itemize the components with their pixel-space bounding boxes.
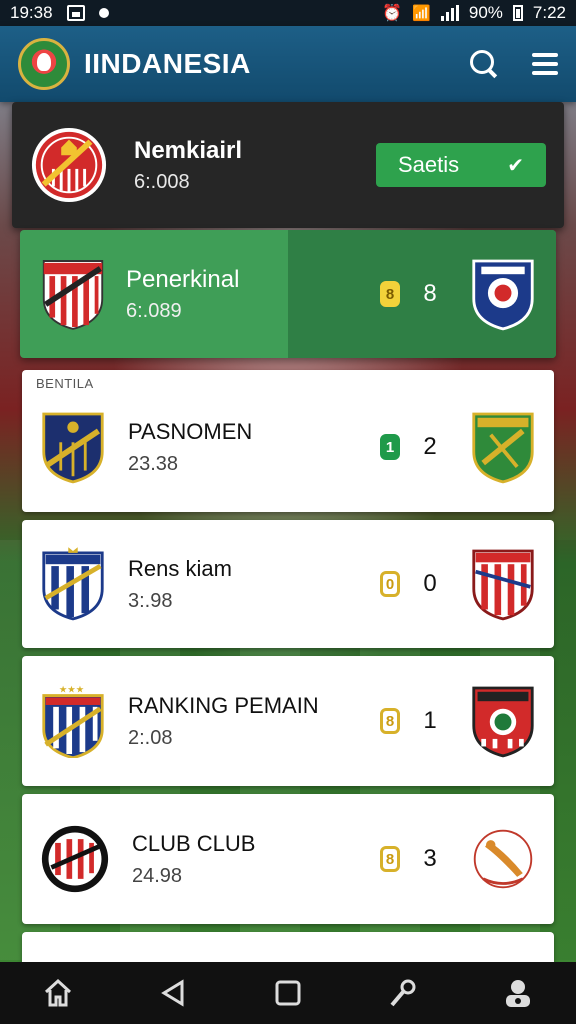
app-title: IINDANESIA <box>84 48 251 79</box>
club-crest-round-icon <box>41 825 109 893</box>
wifi-icon: 📶 <box>412 5 431 22</box>
status-button-label: Saetis <box>398 152 460 177</box>
match-row[interactable]: ★★★ RANKING PEMAIN 2:.08 8 1 <box>22 656 554 786</box>
highlighted-match-card[interactable]: Penerkinal 6:.089 8 8 <box>20 230 556 358</box>
match-row[interactable]: Rens kiam 3:.98 0 0 <box>22 520 554 648</box>
system-nav-bar <box>0 962 576 1024</box>
recents-icon[interactable] <box>271 976 305 1010</box>
menu-icon[interactable] <box>532 53 558 75</box>
app-header: IINDANESIA <box>0 26 576 102</box>
match-time: 24.98 <box>132 864 183 887</box>
club-crest-navy-icon <box>42 412 104 484</box>
highlight-score-pill: 8 <box>380 281 400 307</box>
account-icon[interactable] <box>501 976 535 1010</box>
status-button[interactable]: Saetis ✔ <box>376 143 546 187</box>
battery-level: 90% <box>468 3 503 22</box>
battery-icon <box>512 5 523 21</box>
status-time-left: 19:38 <box>10 3 53 22</box>
photo-notification-icon <box>66 5 85 21</box>
score-pill: 8 <box>380 708 400 734</box>
highlight-score: 8 <box>423 280 437 307</box>
match-time: 2:.08 <box>128 726 173 749</box>
match-list: BENTILA PASNOMEN 23.38 1 2 Rens kiam 3:.… <box>20 370 556 972</box>
back-icon[interactable] <box>156 976 190 1010</box>
match-row[interactable]: CLUB CLUB 24.98 8 3 <box>22 794 554 924</box>
notification-dot-icon <box>98 8 109 18</box>
score-pill: 8 <box>380 846 400 872</box>
svg-text:★★★: ★★★ <box>59 685 84 696</box>
team-name: PASNOMEN <box>128 418 253 444</box>
highlight-team-name: Penerkinal <box>126 265 240 293</box>
away-crest-red-green-icon <box>472 686 534 758</box>
club-crest-stars-icon: ★★★ <box>42 685 104 758</box>
score: 0 <box>423 570 437 597</box>
highlight-match-time: 6:.089 <box>126 299 182 322</box>
score: 3 <box>423 845 437 872</box>
match-time: 23.38 <box>128 452 179 475</box>
club-crest-red-icon <box>31 127 107 203</box>
check-icon: ✔ <box>507 154 524 177</box>
team-name: RANKING PEMAIN <box>128 692 319 718</box>
team-name: Rens kiam <box>128 555 232 581</box>
away-crest-blue-icon <box>472 259 534 331</box>
away-crest-red-stripe-icon <box>472 549 534 621</box>
match-row[interactable]: BENTILA PASNOMEN 23.38 1 2 <box>22 370 554 512</box>
away-crest-orange-icon <box>473 829 533 889</box>
featured-match-card[interactable]: Nemkiairl 6:.008 Saetis ✔ <box>12 102 564 228</box>
status-bar: 19:38 ⏰ 📶 90% 7:22 <box>0 0 576 26</box>
search-nav-icon[interactable] <box>386 976 420 1010</box>
featured-match-time: 6:.008 <box>134 170 190 193</box>
club-crest-striped-icon <box>42 260 104 330</box>
score-pill: 0 <box>380 571 400 597</box>
search-icon[interactable] <box>470 50 498 78</box>
featured-team-name: Nemkiairl <box>134 136 243 164</box>
app-logo[interactable] <box>18 38 70 90</box>
alarm-icon: ⏰ <box>382 5 403 22</box>
signal-icon <box>440 5 459 21</box>
status-time-right: 7:22 <box>532 3 566 22</box>
score: 1 <box>423 707 437 734</box>
match-time: 3:.98 <box>128 589 173 612</box>
team-name: CLUB CLUB <box>132 830 256 856</box>
home-icon[interactable] <box>41 976 75 1010</box>
club-crest-blue-stripe-icon <box>42 547 104 621</box>
section-label: BENTILA <box>36 376 94 391</box>
score: 2 <box>423 433 437 460</box>
away-crest-green-icon <box>472 412 534 484</box>
score-pill: 1 <box>380 434 400 460</box>
